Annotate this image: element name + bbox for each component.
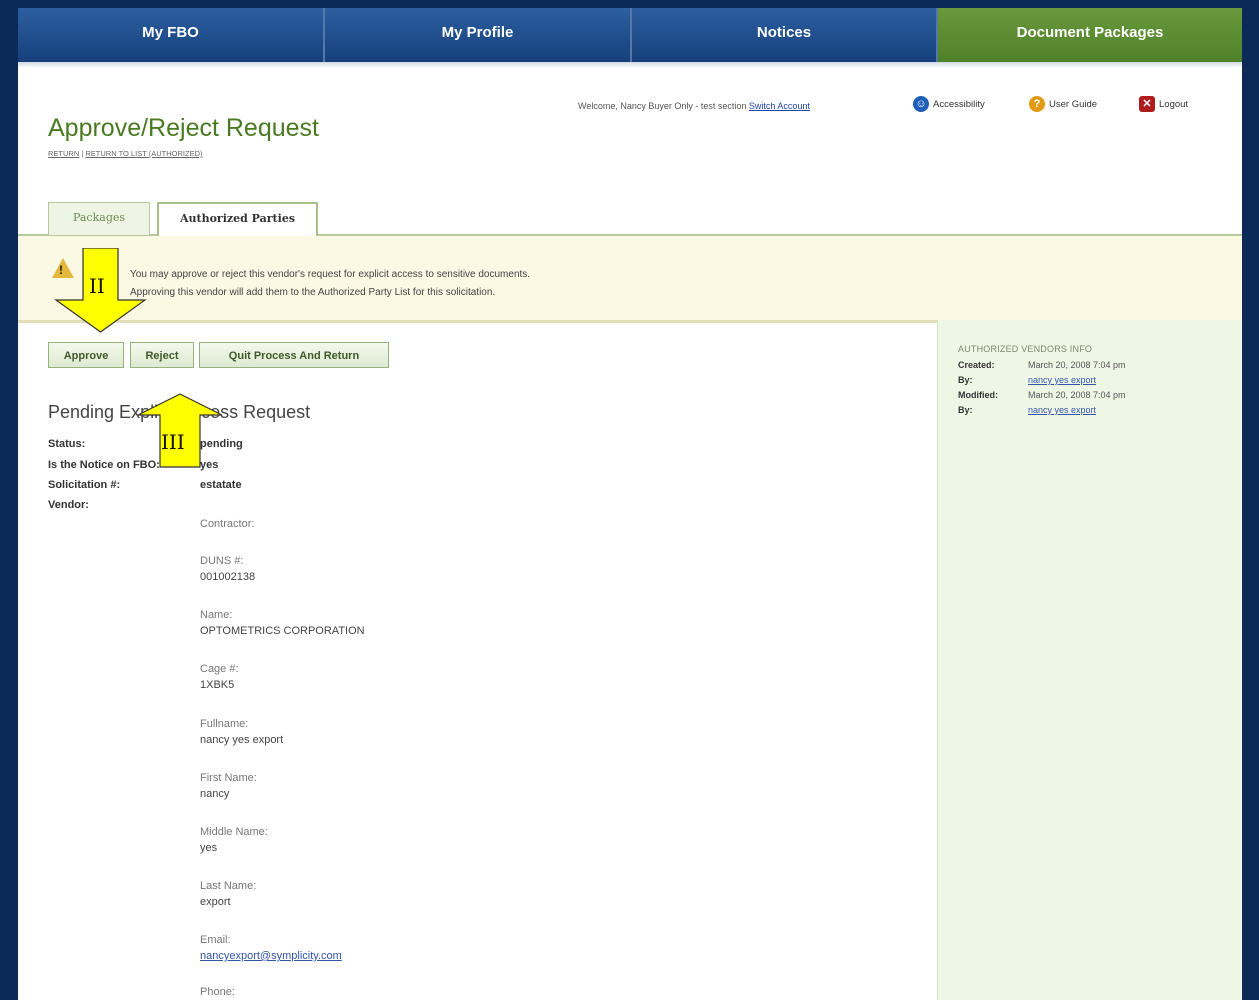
accessibility-label: Accessibility [933, 98, 985, 110]
modified-by-label: By: [958, 405, 973, 415]
solicitation-label: Solicitation #: [48, 479, 121, 491]
solicitation-value: estatate [200, 479, 242, 491]
welcome-message: Welcome, Nancy Buyer Only - test section… [578, 101, 810, 111]
header-divider [18, 62, 1242, 68]
alert-banner: ! You may approve or reject this vendor'… [18, 236, 1242, 323]
created-value: March 20, 2008 7:04 pm [1028, 360, 1126, 370]
modified-label: Modified: [958, 390, 998, 400]
nav-tab-my-fbo[interactable]: My FBO [18, 8, 325, 62]
authorized-vendors-info-panel: AUTHORIZED VENDORS INFO Created: March 2… [937, 320, 1242, 1000]
page-frame: My FBO My Profile Notices Document Packa… [18, 8, 1242, 1000]
reject-button[interactable]: Reject [130, 342, 194, 368]
return-link[interactable]: RETURN [48, 149, 79, 158]
alert-message-line-2: Approving this vendor will add them to t… [130, 287, 496, 298]
user-guide-link[interactable]: ? User Guide [1029, 96, 1097, 112]
logout-icon: ✕ [1139, 96, 1155, 112]
user-guide-label: User Guide [1049, 98, 1098, 110]
email-label: Email: [200, 934, 231, 946]
cage-value: 1XBK5 [200, 679, 235, 691]
duns-label: DUNS #: [200, 555, 244, 567]
created-by-link[interactable]: nancy yes export [1028, 375, 1096, 385]
created-label: Created: [958, 360, 995, 370]
info-panel-title: AUTHORIZED VENDORS INFO [958, 344, 1093, 354]
email-link[interactable]: nancyexport@symplicity.com [200, 950, 342, 962]
breadcrumb: RETURN | RETURN TO LIST (AUTHORIZED) [48, 149, 202, 158]
phone-label: Phone: [200, 986, 235, 998]
tab-authorized-parties[interactable]: Authorized Parties [157, 202, 318, 238]
help-icon: ? [1029, 96, 1045, 112]
middle-name-label: Middle Name: [200, 826, 268, 838]
accessibility-icon: ☺ [913, 96, 929, 112]
nav-tab-notices[interactable]: Notices [632, 8, 938, 62]
name-value: OPTOMETRICS CORPORATION [200, 625, 365, 637]
sub-tab-bar: Packages Authorized Parties [18, 194, 1242, 238]
breadcrumb-separator: | [81, 149, 84, 158]
name-label: Name: [200, 609, 233, 621]
middle-name-value: yes [200, 842, 218, 854]
last-name-label: Last Name: [200, 880, 257, 892]
last-name-value: export [200, 896, 231, 908]
nav-tab-my-profile[interactable]: My Profile [325, 8, 632, 62]
duns-value: 001002138 [200, 571, 256, 583]
return-to-list-link[interactable]: RETURN TO LIST (AUTHORIZED) [85, 149, 202, 158]
modified-by-link[interactable]: nancy yes export [1028, 405, 1096, 415]
cage-label: Cage #: [200, 663, 239, 675]
switch-account-link[interactable]: Switch Account [749, 101, 810, 111]
accessibility-link[interactable]: ☺ Accessibility [913, 96, 985, 112]
vendor-label: Vendor: [48, 499, 89, 511]
arrow-down-label: II [89, 274, 105, 298]
contractor-label: Contractor: [200, 518, 255, 530]
nav-tab-document-packages[interactable]: Document Packages [938, 8, 1242, 62]
status-label: Status: [48, 438, 86, 450]
first-name-value: nancy [200, 788, 230, 800]
annotation-arrow-up: III [137, 393, 223, 468]
quit-process-button[interactable]: Quit Process And Return [199, 342, 389, 368]
tab-packages[interactable]: Packages [48, 202, 150, 235]
fullname-value: nancy yes export [200, 734, 284, 746]
modified-value: March 20, 2008 7:04 pm [1028, 390, 1126, 400]
logout-link[interactable]: ✕ Logout [1139, 96, 1188, 112]
welcome-text: Welcome, Nancy Buyer Only - test section [578, 101, 747, 111]
created-by-label: By: [958, 375, 973, 385]
page-title: Approve/Reject Request [48, 114, 319, 142]
fullname-label: Fullname: [200, 718, 249, 730]
first-name-label: First Name: [200, 772, 257, 784]
alert-message-line-1: You may approve or reject this vendor's … [130, 269, 531, 280]
approve-button[interactable]: Approve [48, 342, 124, 368]
logout-label: Logout [1159, 98, 1189, 110]
arrow-up-label: III [161, 430, 185, 454]
annotation-arrow-down: II [54, 248, 147, 333]
top-navigation: My FBO My Profile Notices Document Packa… [18, 8, 1242, 62]
